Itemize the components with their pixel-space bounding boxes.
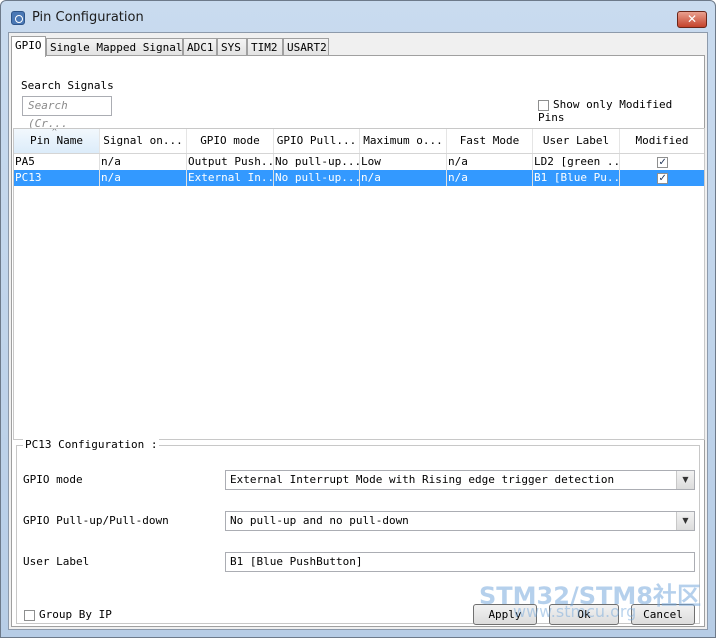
gpio-mode-select[interactable]: External Interrupt Mode with Rising edge… bbox=[225, 470, 695, 490]
search-signals-label: Search Signals bbox=[21, 79, 114, 92]
title-bar[interactable]: Pin Configuration ✕ bbox=[1, 1, 715, 33]
cell-gpio-mode: Output Push... bbox=[188, 154, 274, 170]
chevron-down-icon[interactable]: ▼ bbox=[676, 471, 694, 489]
column-header-fast-mode[interactable]: Fast Mode bbox=[447, 129, 533, 153]
table-header: ^ Pin Name Signal on... GPIO mode GPIO Pu… bbox=[14, 129, 704, 154]
gpio-pull-label: GPIO Pull-up/Pull-down bbox=[23, 514, 169, 527]
sort-ascending-icon: ^ bbox=[52, 129, 57, 136]
gpio-mode-label: GPIO mode bbox=[23, 473, 83, 486]
cell-gpio-pull: No pull-up... bbox=[275, 154, 360, 170]
tab-adc1[interactable]: ADC1 bbox=[183, 38, 217, 56]
tab-single-mapped-signals[interactable]: Single Mapped Signals bbox=[46, 38, 189, 56]
table-row[interactable]: PC13 n/a External In... No pull-up... n/… bbox=[14, 170, 704, 186]
column-header-pin-name[interactable]: ^ Pin Name bbox=[14, 129, 100, 153]
modified-checkbox[interactable] bbox=[656, 171, 668, 186]
cell-modified bbox=[620, 170, 704, 186]
column-header-maximum-output[interactable]: Maximum o... bbox=[360, 129, 447, 153]
gpio-mode-value: External Interrupt Mode with Rising edge… bbox=[230, 473, 615, 486]
tab-usart2[interactable]: USART2 bbox=[283, 38, 329, 56]
show-modified-pins-label: Show only Modified Pins bbox=[538, 98, 673, 124]
watermark-url: www.stmcu.org bbox=[513, 602, 637, 621]
cell-pin-name: PA5 bbox=[14, 154, 100, 170]
cell-gpio-pull: No pull-up... bbox=[275, 170, 360, 186]
window-title: Pin Configuration bbox=[32, 10, 144, 25]
group-by-ip-checkbox[interactable]: Group By IP bbox=[24, 608, 112, 621]
modified-checkbox[interactable] bbox=[656, 155, 668, 170]
user-label-input[interactable]: B1 [Blue PushButton] bbox=[225, 552, 695, 572]
tab-tim2[interactable]: TIM2 bbox=[247, 38, 283, 56]
cell-pin-name: PC13 bbox=[14, 170, 100, 186]
close-button[interactable]: ✕ bbox=[677, 11, 707, 28]
cell-fast-mode: n/a bbox=[447, 170, 533, 186]
pin-configuration-window: Pin Configuration ✕ GPIO Single Mapped S… bbox=[0, 0, 716, 638]
app-icon bbox=[11, 11, 25, 25]
group-by-ip-label: Group By IP bbox=[39, 608, 112, 621]
search-input[interactable]: Search (Cr... bbox=[22, 96, 112, 130]
show-modified-pins-checkbox[interactable]: Show only Modified Pins bbox=[538, 98, 704, 124]
column-header-user-label[interactable]: User Label bbox=[533, 129, 620, 153]
cell-user-label: LD2 [green ... bbox=[534, 154, 620, 170]
cell-gpio-mode: External In... bbox=[188, 170, 274, 186]
user-label-label: User Label bbox=[23, 555, 90, 568]
dialog-client-area: GPIO Single Mapped Signals ADC1 SYS TIM2… bbox=[8, 32, 708, 630]
gpio-pull-value: No pull-up and no pull-down bbox=[230, 514, 409, 527]
cell-user-label: B1 [Blue Pu... bbox=[534, 170, 620, 186]
column-header-signal[interactable]: Signal on... bbox=[100, 129, 187, 153]
cell-maximum-output: n/a bbox=[360, 170, 447, 186]
table-row[interactable]: PA5 n/a Output Push... No pull-up... Low… bbox=[14, 154, 704, 170]
configuration-title: PC13 Configuration : bbox=[23, 438, 160, 451]
cell-signal: n/a bbox=[100, 154, 187, 170]
column-header-modified[interactable]: Modified bbox=[620, 129, 704, 153]
cell-fast-mode: n/a bbox=[447, 154, 533, 170]
chevron-down-icon[interactable]: ▼ bbox=[676, 512, 694, 530]
tab-gpio[interactable]: GPIO bbox=[11, 36, 46, 57]
cell-signal: n/a bbox=[100, 170, 187, 186]
cell-maximum-output: Low bbox=[360, 154, 447, 170]
column-header-gpio-pull[interactable]: GPIO Pull... bbox=[274, 129, 360, 153]
checkbox-box[interactable] bbox=[24, 609, 35, 621]
checkbox-box[interactable] bbox=[538, 99, 549, 111]
column-header-gpio-mode[interactable]: GPIO mode bbox=[187, 129, 274, 153]
tab-sys[interactable]: SYS bbox=[217, 38, 247, 56]
gpio-pull-select[interactable]: No pull-up and no pull-down ▼ bbox=[225, 511, 695, 531]
gpio-panel: Search Signals Search (Cr... Show only M… bbox=[11, 55, 705, 627]
cell-modified bbox=[620, 154, 704, 170]
pin-table: ^ Pin Name Signal on... GPIO mode GPIO Pu… bbox=[13, 128, 705, 440]
